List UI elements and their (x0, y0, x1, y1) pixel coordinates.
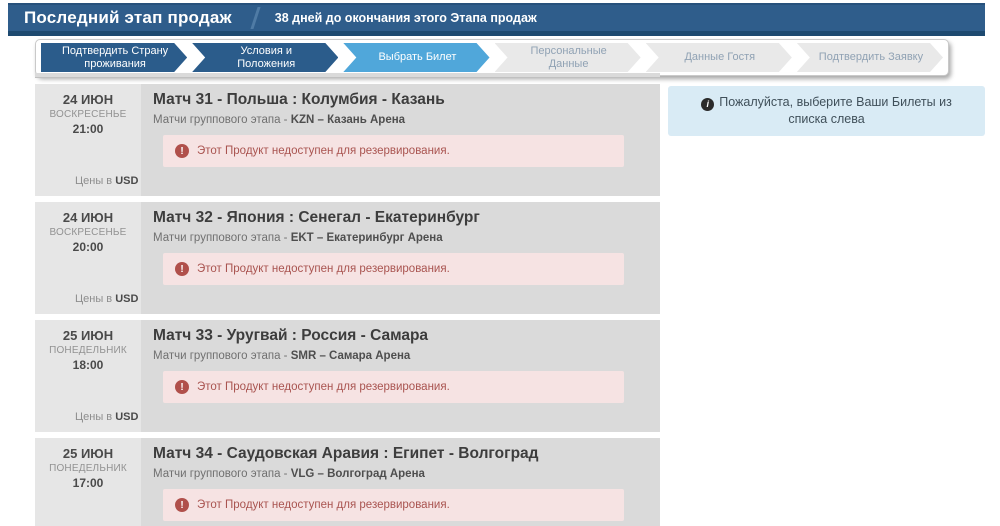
unavailable-alert: ! Этот Продукт недоступен для резервиров… (163, 135, 624, 167)
match-time: 18:00 (35, 358, 141, 372)
match-card-body: Матч 31 - Польша : Колумбия - Казань Мат… (141, 84, 660, 196)
step-confirm-country[interactable]: Подтвердить Страну проживания (41, 43, 187, 72)
match-weekday: ВОСКРЕСЕНЬЕ (35, 109, 141, 120)
match-card-body: Матч 33 - Уругвай : Россия - Самара Матч… (141, 320, 660, 432)
match-stage-venue: Матчи группового этапа - VLG – Волгоград… (153, 468, 660, 480)
match-card-body: Матч 34 - Саудовская Аравия : Египет - В… (141, 438, 660, 526)
unavailable-alert: ! Этот Продукт недоступен для резервиров… (163, 371, 624, 403)
match-title: Матч 31 - Польша : Колумбия - Казань (153, 91, 660, 109)
match-card-32[interactable]: 24 ИЮН ВОСКРЕСЕНЬЕ 20:00 Цены в USD Матч… (35, 202, 660, 314)
select-tickets-hint-text: Пожалуйста, выберите Ваши Билеты из спис… (719, 95, 952, 126)
prices-currency-note: Цены в USD (75, 175, 138, 187)
unavailable-alert-text: Этот Продукт недоступен для резервирован… (197, 499, 450, 511)
match-date-column: 25 ИЮН ПОНЕДЕЛЬНИК 18:00 Цены в USD (35, 320, 141, 432)
page-header: Последний этап продаж 38 дней до окончан… (8, 3, 985, 36)
error-icon: ! (175, 380, 189, 394)
match-title: Матч 32 - Япония : Сенегал - Екатеринбур… (153, 209, 660, 227)
match-date: 25 ИЮН (35, 328, 141, 343)
match-date: 24 ИЮН (35, 92, 141, 107)
match-title: Матч 34 - Саудовская Аравия : Египет - В… (153, 445, 660, 463)
info-icon: i (701, 98, 714, 111)
match-date-column: 24 ИЮН ВОСКРЕСЕНЬЕ 21:00 Цены в USD (35, 84, 141, 196)
match-card-body: Матч 32 - Япония : Сенегал - Екатеринбур… (141, 202, 660, 314)
match-card-33[interactable]: 25 ИЮН ПОНЕДЕЛЬНИК 18:00 Цены в USD Матч… (35, 320, 660, 432)
unavailable-alert: ! Этот Продукт недоступен для резервиров… (163, 253, 624, 285)
list-scroll-sliver (35, 73, 660, 78)
match-stage-venue: Матчи группового этапа - KZN – Казань Ар… (153, 114, 660, 126)
error-icon: ! (175, 262, 189, 276)
unavailable-alert-text: Этот Продукт недоступен для резервирован… (197, 145, 450, 157)
match-date: 25 ИЮН (35, 446, 141, 461)
unavailable-alert-text: Этот Продукт недоступен для резервирован… (197, 263, 450, 275)
select-tickets-hint: i Пожалуйста, выберите Ваши Билеты из спи… (668, 86, 985, 136)
match-title: Матч 33 - Уругвай : Россия - Самара (153, 327, 660, 345)
match-date: 24 ИЮН (35, 210, 141, 225)
match-card-31[interactable]: 24 ИЮН ВОСКРЕСЕНЬЕ 21:00 Цены в USD Матч… (35, 84, 660, 196)
match-time: 20:00 (35, 240, 141, 254)
match-card-34[interactable]: 25 ИЮН ПОНЕДЕЛЬНИК 17:00 Цены в USD Матч… (35, 438, 660, 526)
sales-countdown: 38 дней до окончания этого Этапа продаж (275, 11, 537, 25)
header-slash-divider (250, 7, 260, 29)
match-weekday: ПОНЕДЕЛЬНИК (35, 345, 141, 356)
match-time: 21:00 (35, 122, 141, 136)
prices-currency-note: Цены в USD (75, 411, 138, 423)
match-date-column: 24 ИЮН ВОСКРЕСЕНЬЕ 20:00 Цены в USD (35, 202, 141, 314)
match-time: 17:00 (35, 476, 141, 490)
match-stage-venue: Матчи группового этапа - EKT – Екатеринб… (153, 232, 660, 244)
step-terms[interactable]: Условия и Положения (192, 43, 338, 72)
unavailable-alert-text: Этот Продукт недоступен для резервирован… (197, 381, 450, 393)
match-weekday: ВОСКРЕСЕНЬЕ (35, 227, 141, 238)
step-personal-data: Персональные Данные (495, 43, 641, 72)
match-weekday: ПОНЕДЕЛЬНИК (35, 463, 141, 474)
page-title: Последний этап продаж (8, 8, 232, 28)
match-date-column: 25 ИЮН ПОНЕДЕЛЬНИК 17:00 Цены в USD (35, 438, 141, 526)
error-icon: ! (175, 498, 189, 512)
prices-currency-note: Цены в USD (75, 293, 138, 305)
match-stage-venue: Матчи группового этапа - SMR – Самара Ар… (153, 350, 660, 362)
step-confirm-request: Подтвердить Заявку (797, 43, 943, 72)
step-guest-data: Данные Гостя (646, 43, 792, 72)
error-icon: ! (175, 144, 189, 158)
step-select-ticket[interactable]: Выбрать Билет (343, 43, 489, 72)
checkout-wizard: Подтвердить Страну проживания Условия и … (35, 39, 949, 76)
unavailable-alert: ! Этот Продукт недоступен для резервиров… (163, 489, 624, 521)
